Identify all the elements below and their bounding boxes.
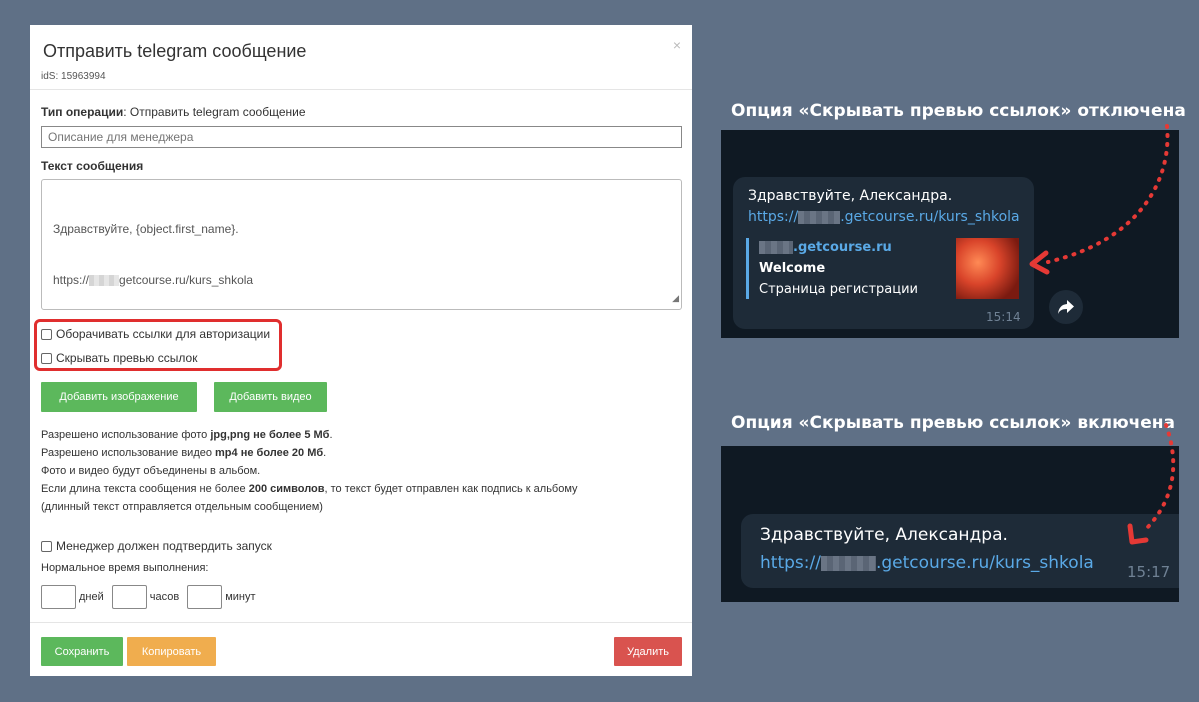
annotation-arrows: [1029, 124, 1176, 545]
arrow-off-path: [1046, 124, 1170, 264]
arrow-on-path: [1143, 423, 1176, 532]
arrow-on-head-icon: [1127, 523, 1149, 545]
arrow-off-head-icon: [1029, 250, 1050, 275]
